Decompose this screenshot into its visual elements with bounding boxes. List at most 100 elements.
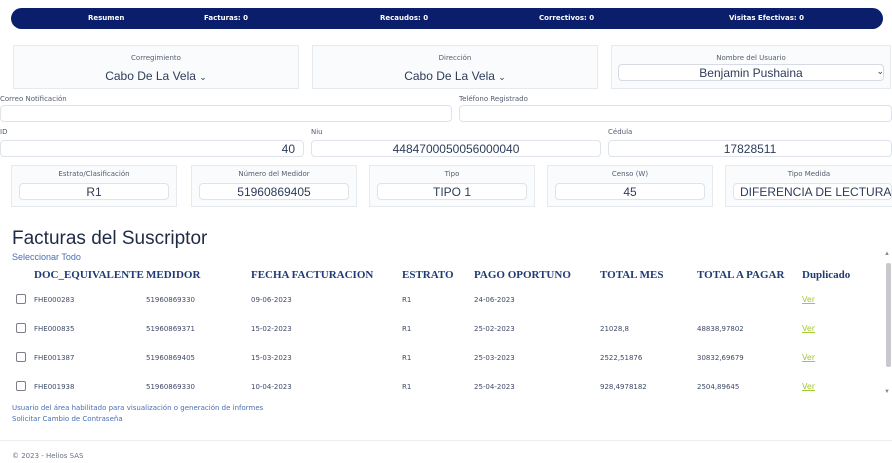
corregimiento-select[interactable]: Cabo De La Vela ⌄ <box>14 69 298 83</box>
cell-pago: 25-02-2023 <box>474 324 515 333</box>
table-row: FHE000835 51960869371 15-02-2023 R1 25-0… <box>12 314 878 343</box>
header-duplicado: Duplicado <box>802 269 851 281</box>
ver-link[interactable]: Ver <box>802 295 815 304</box>
cell-total-mes: 928,4978182 <box>600 382 647 391</box>
id-field[interactable]: 40 <box>0 140 304 157</box>
cell-total-pagar: 48838,97802 <box>697 324 744 333</box>
niu-field[interactable]: 4484700050056000040 <box>311 140 601 157</box>
header-fecha: FECHA FACTURACION <box>251 269 374 281</box>
cell-doc: FHE001387 <box>34 353 75 362</box>
usuario-panel: Nombre del Usuario Benjamin Pushaina ⌄ <box>611 45 891 89</box>
corregimiento-label: Corregimiento <box>131 54 181 62</box>
cell-total-mes: 2522,51876 <box>600 353 643 362</box>
invoices-title: Facturas del Suscriptor <box>12 228 208 249</box>
invoices-table: DOC_EQUIVALENTE MEDIDOR FECHA FACTURACIO… <box>12 265 878 401</box>
header-total-mes: TOTAL MES <box>600 269 664 281</box>
cell-total-pagar <box>697 285 802 314</box>
cell-medidor: 51960869371 <box>146 324 195 333</box>
summary-facturas: Facturas: 0 <box>204 14 249 22</box>
cell-pago: 25-04-2023 <box>474 382 515 391</box>
area-notice-link[interactable]: Usuario del área habilitado para visuali… <box>12 404 263 412</box>
cell-pago: 24-06-2023 <box>474 295 515 304</box>
row-checkbox[interactable] <box>16 293 26 304</box>
ver-link[interactable]: Ver <box>802 353 815 362</box>
cell-doc: FHE000283 <box>34 295 75 304</box>
header-medidor: MEDIDOR <box>146 269 201 281</box>
tipo-field[interactable]: TIPO 1 <box>377 183 527 200</box>
ver-link[interactable]: Ver <box>802 324 815 333</box>
header-checkbox-col <box>12 265 34 285</box>
cell-fecha: 09-06-2023 <box>251 295 292 304</box>
scroll-down-icon[interactable]: ▼ <box>884 389 890 395</box>
medidor-panel: Número del Medidor 51960869405 <box>191 165 357 207</box>
id-label: ID <box>0 128 8 136</box>
cedula-field[interactable]: 17828511 <box>608 140 892 157</box>
cell-medidor: 51960869405 <box>146 353 195 362</box>
cell-total-mes: 21028,8 <box>600 324 629 333</box>
telefono-field[interactable] <box>459 105 892 122</box>
cell-estrato: R1 <box>402 324 412 333</box>
medidor-label: Número del Medidor <box>238 170 310 178</box>
cell-estrato: R1 <box>402 295 412 304</box>
tipo-medida-field[interactable]: DIFERENCIA DE LECTURA <box>733 183 892 200</box>
usuario-select[interactable]: Benjamin Pushaina <box>618 64 884 81</box>
telefono-label: Teléfono Registrado <box>459 95 528 103</box>
summary-resumen[interactable]: Resumen <box>88 14 124 22</box>
usuario-value: Benjamin Pushaina <box>699 66 803 80</box>
niu-label: Niu <box>311 128 323 136</box>
chevron-down-icon: ⌄ <box>199 72 207 82</box>
summary-bar: Resumen Facturas: 0 Recaudos: 0 Correcti… <box>11 8 883 29</box>
change-password-link[interactable]: Solicitar Cambio de Contraseña <box>12 415 123 423</box>
table-row: FHE001387 51960869405 15-03-2023 R1 25-0… <box>12 343 878 372</box>
direccion-value: Cabo De La Vela <box>404 69 495 83</box>
header-doc: DOC_EQUIVALENTE <box>34 269 144 281</box>
table-row: FHE000283 51960869330 09-06-2023 R1 24-0… <box>12 285 878 314</box>
medidor-field[interactable]: 51960869405 <box>199 183 349 200</box>
cell-fecha: 10-04-2023 <box>251 382 292 391</box>
tipo-panel: Tipo TIPO 1 <box>369 165 535 207</box>
cell-estrato: R1 <box>402 382 412 391</box>
summary-recaudos: Recaudos: 0 <box>380 14 429 22</box>
tipo-label: Tipo <box>444 170 460 178</box>
chevron-down-icon: ⌄ <box>498 72 506 82</box>
summary-correctivos: Correctivos: 0 <box>539 14 595 22</box>
correo-field[interactable] <box>0 105 452 122</box>
copyright: © 2023 - Helios SAS <box>12 452 84 460</box>
row-checkbox[interactable] <box>16 351 26 362</box>
corregimiento-value: Cabo De La Vela <box>105 69 196 83</box>
direccion-select[interactable]: Cabo De La Vela ⌄ <box>313 69 597 83</box>
cell-medidor: 51960869330 <box>146 295 195 304</box>
header-pago: PAGO OPORTUNO <box>474 269 571 281</box>
estrato-panel: Estrato/Clasificación R1 <box>11 165 177 207</box>
correo-label: Correo Notificación <box>0 95 67 103</box>
chevron-down-icon: ⌄ <box>876 66 884 76</box>
scroll-up-icon[interactable]: ▲ <box>884 251 890 257</box>
scroll-thumb[interactable] <box>886 263 891 367</box>
tipo-medida-label: Tipo Medida <box>787 170 831 178</box>
censo-panel: Censo (W) 45 <box>547 165 713 207</box>
corregimiento-panel: Corregimiento Cabo De La Vela ⌄ <box>13 45 299 89</box>
table-header-row: DOC_EQUIVALENTE MEDIDOR FECHA FACTURACIO… <box>12 265 878 285</box>
estrato-field[interactable]: R1 <box>19 183 169 200</box>
table-row: FHE001938 51960869330 10-04-2023 R1 25-0… <box>12 372 878 401</box>
estrato-label: Estrato/Clasificación <box>58 170 130 178</box>
ver-link[interactable]: Ver <box>802 382 815 391</box>
cell-total-mes <box>600 285 697 314</box>
censo-label: Censo (W) <box>611 170 649 178</box>
select-all-link[interactable]: Seleccionar Todo <box>12 252 81 262</box>
cell-doc: FHE000835 <box>34 324 75 333</box>
row-checkbox[interactable] <box>16 322 26 333</box>
footer-divider <box>0 440 892 441</box>
header-estrato: ESTRATO <box>402 269 454 281</box>
cell-fecha: 15-02-2023 <box>251 324 292 333</box>
cell-total-pagar: 30832,69679 <box>697 353 744 362</box>
censo-field[interactable]: 45 <box>555 183 705 200</box>
direccion-label: Dirección <box>438 54 472 62</box>
direccion-panel: Dirección Cabo De La Vela ⌄ <box>312 45 598 89</box>
header-total-pagar: TOTAL A PAGAR <box>697 269 785 281</box>
cell-total-pagar: 2504,89645 <box>697 382 740 391</box>
cell-estrato: R1 <box>402 353 412 362</box>
row-checkbox[interactable] <box>16 380 26 391</box>
summary-visitas: Visitas Efectivas: 0 <box>729 14 804 22</box>
cell-doc: FHE001938 <box>34 382 75 391</box>
